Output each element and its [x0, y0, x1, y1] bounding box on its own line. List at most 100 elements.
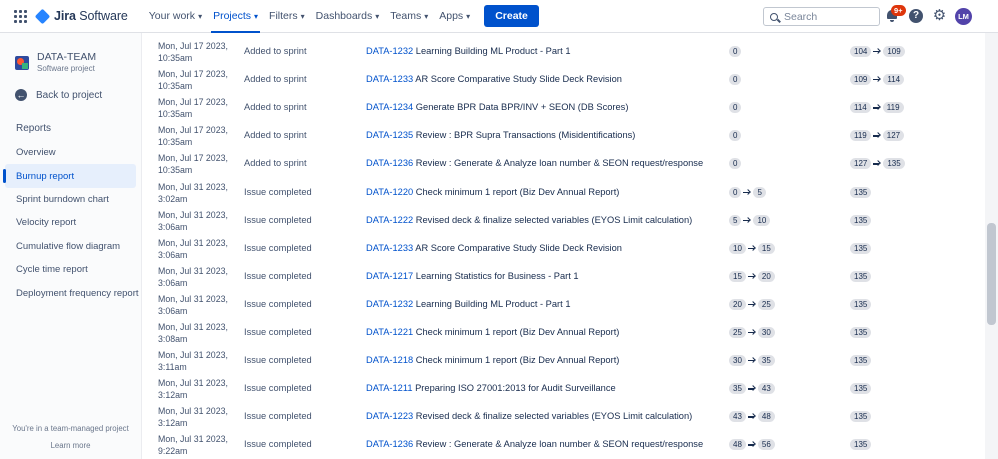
nav-dashboards[interactable]: Dashboards ▾ — [311, 0, 385, 33]
event-date: Mon, Jul 31 2023, 3:02am — [158, 181, 228, 204]
event-type: Issue completed — [244, 298, 312, 309]
points-pill: 119 — [882, 102, 904, 114]
search-placeholder: Search — [784, 10, 818, 23]
issue-key-link[interactable]: DATA-1222 — [366, 215, 413, 225]
points-change: 0 — [729, 102, 742, 114]
points-pill: 5 — [729, 214, 742, 226]
issue-cell: DATA-1236 Review : Generate & Analyze lo… — [366, 439, 703, 449]
issue-cell: DATA-1232 Learning Building ML Product -… — [366, 46, 571, 56]
points-pill: 135 — [850, 298, 872, 310]
scrollbar-thumb[interactable] — [987, 223, 996, 325]
issue-key-link[interactable]: DATA-1218 — [366, 355, 413, 365]
notifications-badge: 9+ — [891, 5, 906, 16]
arrow-right-icon — [747, 385, 756, 393]
back-to-project-link[interactable]: ← Back to project — [15, 89, 102, 101]
points-pill: 135 — [850, 214, 872, 226]
help-icon[interactable]: ? — [909, 9, 923, 23]
points-change: 25 30 — [729, 327, 775, 338]
points-pill: 0 — [729, 46, 742, 57]
points-pill: 25 — [729, 327, 746, 338]
issue-key-link[interactable]: DATA-1211 — [366, 383, 413, 393]
issue-key-link[interactable]: DATA-1223 — [366, 411, 413, 421]
sidebar-item-cumulative-flow-diagram[interactable]: Cumulative flow diagram — [0, 235, 141, 258]
issue-key-link[interactable]: DATA-1232 — [366, 46, 413, 56]
points-pill: 109 — [883, 46, 905, 57]
issue-key-link[interactable]: DATA-1235 — [366, 130, 413, 140]
event-date: Mon, Jul 31 2023, 3:12am — [158, 406, 228, 429]
issue-cell: DATA-1220 Check minimum 1 report (Biz De… — [366, 187, 619, 197]
sidebar-item-velocity-report[interactable]: Velocity report — [0, 211, 141, 234]
sidebar-item-overview[interactable]: Overview — [0, 141, 141, 164]
points-change: 135 — [850, 327, 872, 338]
page-scrollbar[interactable] — [985, 33, 998, 459]
event-date: Mon, Jul 31 2023, 3:06am — [158, 209, 228, 232]
issue-cell: DATA-1236 Review : Generate & Analyze lo… — [366, 158, 703, 168]
points-change: 0 — [729, 46, 742, 57]
nav-projects[interactable]: Projects ▾ — [208, 0, 263, 33]
sidebar-item-sprint-burndown-chart[interactable]: Sprint burndown chart — [0, 188, 141, 211]
sidebar: DATA-TEAM Software project ← Back to pro… — [0, 33, 142, 459]
event-date: Mon, Jul 17 2023, 10:35am — [158, 97, 228, 120]
project-header[interactable]: DATA-TEAM Software project — [15, 51, 96, 74]
jira-logo[interactable]: Jira Software — [34, 8, 128, 24]
issue-key-link[interactable]: DATA-1236 — [366, 439, 413, 449]
points-pill: 135 — [850, 383, 872, 395]
table-row: Mon, Jul 17 2023, 10:35am Added to sprint D… — [142, 122, 985, 150]
issue-cell: DATA-1222 Revised deck & finalize select… — [366, 215, 692, 225]
sidebar-item-deployment-frequency-report[interactable]: Deployment frequency report — [0, 281, 141, 304]
points-change: 20 25 — [729, 298, 775, 310]
sidebar-item-burnup-report[interactable]: Burnup report — [3, 164, 136, 188]
chevron-down-icon: ▾ — [466, 11, 471, 21]
issue-key-link[interactable]: DATA-1217 — [366, 271, 413, 281]
create-button[interactable]: Create — [484, 5, 539, 27]
jira-logo-text: Jira Software — [54, 9, 128, 23]
issue-key-link[interactable]: DATA-1232 — [366, 299, 413, 309]
user-avatar[interactable]: LM — [955, 8, 972, 25]
nav-apps[interactable]: Apps ▾ — [434, 0, 475, 33]
arrow-right-icon — [743, 216, 751, 224]
points-pill: 56 — [757, 439, 775, 451]
points-pill: 135 — [883, 158, 905, 170]
jira-logo-icon — [34, 8, 51, 24]
arrow-right-icon — [747, 244, 756, 252]
sidebar-item-cycle-time-report[interactable]: Cycle time report — [0, 258, 141, 281]
issue-key-link[interactable]: DATA-1233 — [366, 74, 413, 84]
arrow-left-icon: ← — [15, 89, 27, 101]
points-pill: 5 — [753, 186, 766, 198]
settings-gear-icon[interactable]: ⚙ — [932, 8, 947, 23]
issue-summary: Check minimum 1 report (Biz Dev Annual R… — [415, 186, 620, 197]
points-change: 135 — [850, 411, 872, 423]
issue-key-link[interactable]: DATA-1220 — [366, 187, 413, 197]
points-change: 05 — [729, 186, 766, 198]
nav-your-work[interactable]: Your work ▾ — [144, 0, 207, 33]
issue-key-link[interactable]: DATA-1221 — [366, 327, 413, 337]
arrow-right-icon — [873, 160, 881, 168]
table-row: Mon, Jul 31 2023, 3:08am Issue completed DA… — [142, 319, 985, 347]
learn-more-link[interactable]: Learn more — [0, 441, 141, 450]
issue-key-link[interactable]: DATA-1236 — [366, 158, 413, 168]
points-pill: 0 — [729, 74, 742, 86]
issue-cell: DATA-1234 Generate BPR Data BPR/INV + SE… — [366, 102, 628, 112]
event-date: Mon, Jul 31 2023, 3:06am — [158, 293, 228, 316]
project-type: Software project — [37, 64, 95, 73]
app-switcher-icon[interactable] — [11, 7, 29, 25]
table-row: Mon, Jul 31 2023, 3:02am Issue completed DA… — [142, 179, 985, 207]
event-type: Issue completed — [244, 242, 312, 253]
points-pill: 104 — [850, 46, 872, 57]
points-pill: 119 — [850, 130, 871, 142]
search-input[interactable]: Search — [763, 7, 880, 26]
points-pill: 114 — [883, 74, 905, 86]
points-change: 114 119 — [850, 102, 904, 114]
points-change: 0 — [729, 130, 742, 142]
nav-filters[interactable]: Filters ▾ — [264, 0, 310, 33]
back-label: Back to project — [36, 89, 103, 101]
points-pill: 135 — [850, 411, 872, 423]
issue-key-link[interactable]: DATA-1234 — [366, 102, 413, 112]
team-managed-note: You're in a team-managed project — [12, 424, 129, 433]
points-pill: 15 — [729, 270, 746, 282]
points-pill: 135 — [850, 327, 872, 338]
issue-key-link[interactable]: DATA-1233 — [366, 243, 413, 253]
nav-teams[interactable]: Teams ▾ — [385, 0, 433, 33]
table-row: Mon, Jul 31 2023, 3:12am Issue completed DA… — [142, 403, 985, 431]
points-pill: 10 — [753, 214, 771, 226]
